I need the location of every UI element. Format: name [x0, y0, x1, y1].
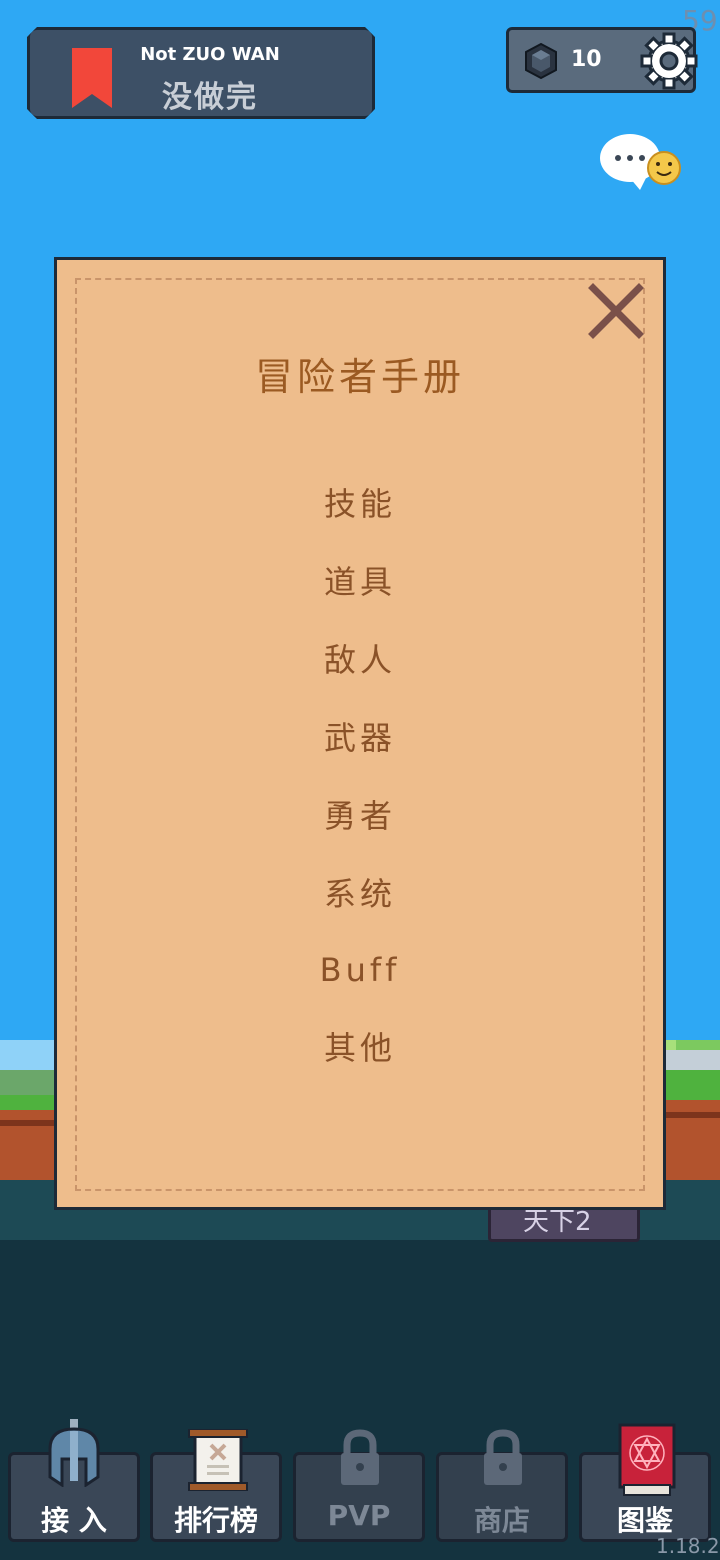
gear-icon[interactable]: [639, 30, 699, 92]
spellbook-icon: [618, 1423, 676, 1496]
nav-pvp-label: PVP: [327, 1499, 391, 1532]
nav-pvp[interactable]: PVP: [293, 1429, 425, 1542]
save-title-badge[interactable]: Not ZUO WAN 没做完: [27, 27, 375, 119]
menu-item-enemies[interactable]: 敌人: [260, 632, 460, 688]
nav-codex-label: 图鉴: [616, 1504, 673, 1537]
menu-item-heroes[interactable]: 勇者: [260, 788, 460, 844]
handbook-dialog: 冒险者手册 技能 道具 敌人 武器 勇者 系统 Buff 其他: [54, 257, 666, 1210]
lock-icon: [484, 1429, 522, 1485]
bookmark-icon: [72, 48, 112, 108]
dialog-title: 冒险者手册: [254, 355, 465, 399]
menu-item-weapons[interactable]: 武器: [260, 710, 460, 766]
nav-join-label: 接 入: [41, 1504, 107, 1537]
nav-codex[interactable]: 图鉴: [579, 1423, 711, 1542]
menu-item-buff[interactable]: Buff: [260, 942, 460, 998]
save-subtitle: Not ZUO WAN: [140, 44, 280, 65]
nav-join[interactable]: 接 入: [8, 1419, 140, 1542]
chat-bubble-icon[interactable]: [600, 132, 686, 192]
nav-shop[interactable]: 商店: [436, 1429, 568, 1542]
currency-panel: 10: [506, 27, 699, 93]
nav-leaderboard[interactable]: 排行榜: [150, 1429, 282, 1542]
version-label: 1.18.2: [656, 1534, 720, 1558]
gem-icon: [525, 42, 557, 80]
nav-shop-label: 商店: [473, 1504, 530, 1537]
save-title: 没做完: [162, 80, 258, 115]
nav-leaderboard-label: 排行榜: [173, 1504, 258, 1537]
menu-item-system[interactable]: 系统: [260, 866, 460, 922]
menu-item-other[interactable]: 其他: [260, 1020, 460, 1076]
lock-icon: [341, 1429, 379, 1485]
menu-item-items[interactable]: 道具: [260, 554, 460, 610]
menu-item-skills[interactable]: 技能: [260, 476, 460, 532]
scroll-icon: [188, 1429, 248, 1491]
helmet-icon: [48, 1419, 100, 1487]
close-icon[interactable]: [587, 282, 645, 340]
gem-count: 10: [571, 47, 602, 72]
